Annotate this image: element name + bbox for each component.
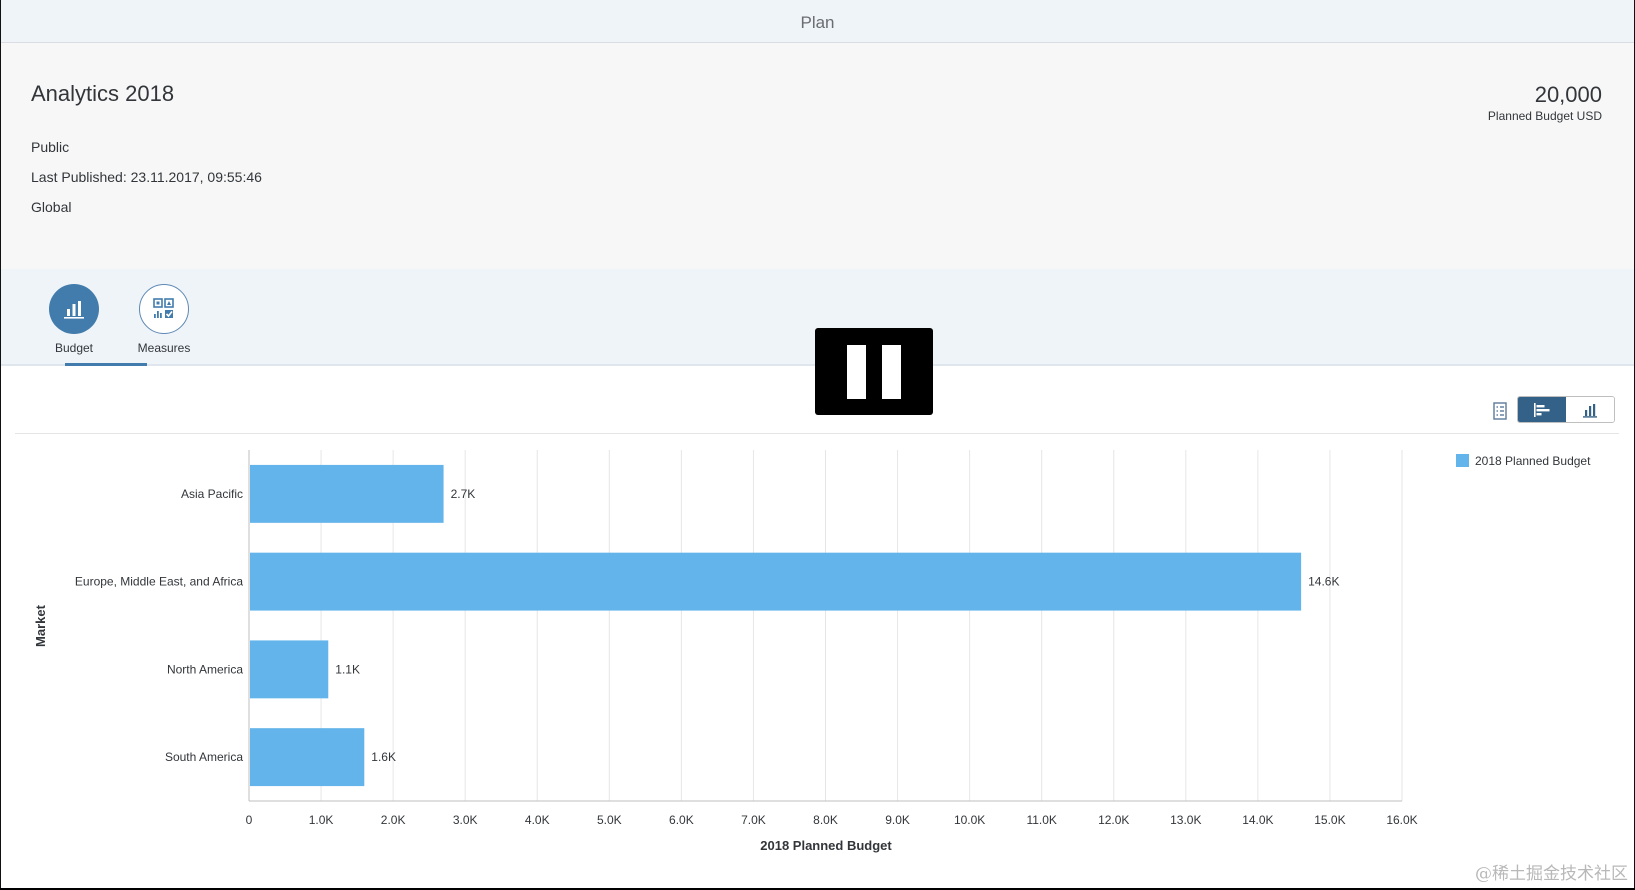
x-tick-label: 9.0K xyxy=(885,813,910,827)
last-published-attribute: Last Published: 23.11.2017, 09:55:46 xyxy=(31,169,262,185)
kpi-label: Planned Budget USD xyxy=(1487,109,1602,123)
x-tick-label: 4.0K xyxy=(525,813,550,827)
tab-measures-label: Measures xyxy=(137,341,191,355)
page-title: Analytics 2018 xyxy=(31,81,175,106)
category-label: Europe, Middle East, and Africa xyxy=(75,575,243,589)
bar-data-label: 14.6K xyxy=(1308,575,1339,589)
grid-lines xyxy=(320,450,1403,801)
app-frame: Plan Analytics 2018 Public Last Publishe… xyxy=(0,0,1635,888)
category-label: North America xyxy=(167,662,243,676)
horizontal-bar-chart-icon xyxy=(1534,402,1550,417)
bar[interactable] xyxy=(250,552,1302,611)
x-tick-label: 0 xyxy=(246,813,253,827)
chart-legend[interactable]: 2018 Planned Budget xyxy=(1456,454,1591,468)
x-tick-label: 13.0K xyxy=(1170,813,1201,827)
watermark: @稀土掘金技术社区 xyxy=(1475,864,1628,884)
x-axis-title: 2018 Planned Budget xyxy=(760,838,892,853)
x-tick-label: 16.0K xyxy=(1386,813,1417,827)
bar[interactable] xyxy=(250,728,365,787)
tab-budget-label: Budget xyxy=(54,341,94,355)
legend-label: 2018 Planned Budget xyxy=(1475,454,1591,468)
bar-view-button[interactable] xyxy=(1518,397,1566,422)
x-tick-label: 3.0K xyxy=(453,813,478,827)
chart-toolbar xyxy=(15,390,1619,434)
visibility-attribute: Public xyxy=(31,139,70,155)
x-tick-label: 10.0K xyxy=(954,813,985,827)
x-tick-label: 11.0K xyxy=(1026,813,1056,827)
budget-bar-chart: 2.7K 14.6K 1.1K 1.6K 0 1.0K 2.0K 3.0K 4.0K 5.0K 6… xyxy=(33,450,1591,853)
tab-budget-circle xyxy=(49,284,99,334)
legend-swatch xyxy=(1456,454,1469,467)
x-tick-label: 1.0K xyxy=(309,813,334,827)
table-view-button[interactable] xyxy=(1485,396,1515,426)
column-chart-icon xyxy=(1583,403,1597,418)
tab-measures[interactable]: Measures xyxy=(123,284,205,364)
bar[interactable] xyxy=(250,640,329,699)
bar-data-label: 2.7K xyxy=(451,487,476,501)
x-tick-label: 6.0K xyxy=(669,813,694,827)
x-tick-label: 5.0K xyxy=(597,813,622,827)
column-view-button[interactable] xyxy=(1566,397,1614,422)
kpi-value: 20,000 xyxy=(1534,82,1602,107)
shell-bar: Plan xyxy=(1,0,1634,43)
x-tick-label: 12.0K xyxy=(1098,813,1129,827)
x-tick-label: 7.0K xyxy=(741,813,766,827)
chart-type-segmented-button xyxy=(1517,396,1615,423)
tab-measures-circle xyxy=(139,284,189,334)
shell-title: Plan xyxy=(800,13,835,32)
x-tick-label: 2.0K xyxy=(381,813,406,827)
y-axis-title: Market xyxy=(33,604,48,647)
bar[interactable] xyxy=(250,464,444,523)
x-tick-label: 15.0K xyxy=(1314,813,1345,827)
category-label: South America xyxy=(165,750,243,764)
category-label: Asia Pacific xyxy=(181,487,243,501)
bar-data-label: 1.1K xyxy=(335,662,360,676)
bar-data-label: 1.6K xyxy=(371,750,396,764)
table-view-icon xyxy=(1493,402,1507,420)
scope-attribute: Global xyxy=(31,199,72,215)
x-tick-label: 14.0K xyxy=(1242,813,1273,827)
tab-budget[interactable]: Budget xyxy=(33,284,147,366)
measures-icon xyxy=(153,298,174,318)
bars: 2.7K 14.6K 1.1K 1.6K xyxy=(250,464,1339,787)
x-tick-label: 8.0K xyxy=(813,813,838,827)
object-header: Analytics 2018 Public Last Published: 23… xyxy=(1,43,1634,269)
bar-chart-icon xyxy=(64,301,84,319)
